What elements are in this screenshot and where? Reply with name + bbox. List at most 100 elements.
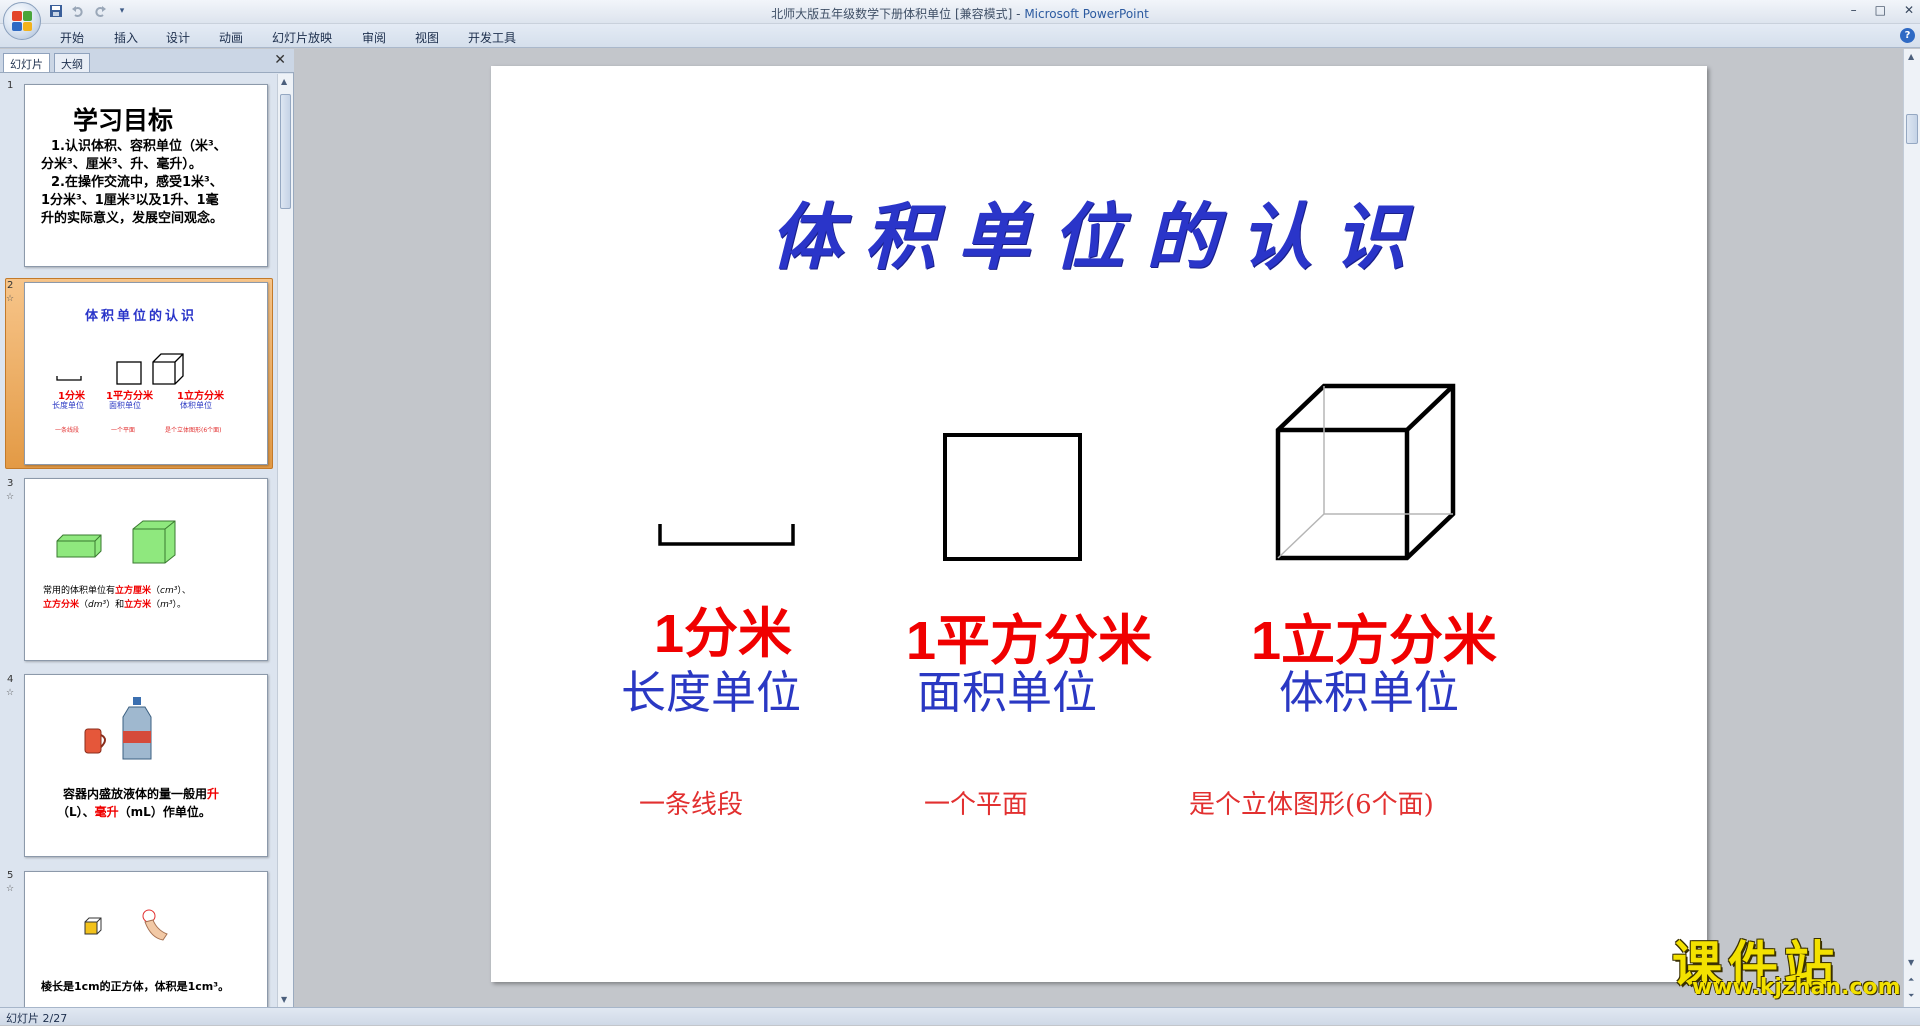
- thumb-line: 分米³、厘米³、升、毫升）。: [41, 157, 202, 172]
- thumb-text-line: 常用的体积单位有立方厘米（cm³）、: [43, 583, 191, 596]
- thumb-text: （: [151, 600, 161, 610]
- thumb-unit: 体积单位: [180, 401, 212, 410]
- maximize-button[interactable]: □: [1875, 3, 1886, 17]
- thumb-text-line: （L）、毫升（mL）作单位。: [57, 803, 211, 820]
- thumb-text: dm³: [88, 600, 107, 610]
- slide-editing-area: 体积单位的认识 1分米 1平方分米 1立方分米 长度单位 面积单位 体积单位 一…: [296, 49, 1902, 1007]
- next-slide-icon[interactable]: ⏷: [1908, 991, 1914, 1001]
- thumb-text: ）。: [172, 600, 187, 610]
- unit-desc-line[interactable]: 一条线段: [639, 784, 743, 821]
- tab-animations[interactable]: 动画: [219, 29, 243, 46]
- scroll-thumb[interactable]: [1906, 114, 1918, 144]
- thumb-unit: 面积单位: [109, 401, 141, 410]
- slide-number: 3: [7, 478, 14, 489]
- slide-thumbnail-1[interactable]: 学习目标 1.认识体积、容积单位（米³、 分米³、厘米³、升、毫升）。 2.在操…: [24, 84, 268, 267]
- animation-star-icon: ☆: [6, 688, 15, 698]
- thumb-text: ）、: [177, 586, 191, 596]
- window-controls: – □ ✕: [1851, 3, 1914, 17]
- cube-images: [84, 909, 168, 941]
- office-button[interactable]: [3, 2, 41, 40]
- thumb-text: ）和: [106, 600, 125, 610]
- thumb-desc: 一条线段: [55, 427, 80, 434]
- slide-number: 5: [7, 870, 14, 881]
- thumb-text-highlight: 立方分米: [43, 600, 80, 610]
- thumb-text: 棱长是1cm的正方体，体积是1cm³。: [41, 980, 230, 993]
- tab-outline[interactable]: 大纲: [54, 53, 90, 72]
- scroll-down-icon[interactable]: ▼: [1908, 958, 1914, 967]
- thumb-line: 升的实际意义，发展空间观念。: [41, 211, 224, 226]
- thumb-text: m³: [160, 600, 173, 610]
- editor-scrollbar[interactable]: ▲ ▼ ⏶ ⏷: [1903, 49, 1920, 1007]
- thumb-unit: 长度单位: [52, 401, 84, 410]
- window-title: 北师大版五年级数学下册体积单位 [兼容模式] - Microsoft Power…: [0, 5, 1920, 22]
- cuboid-images: [56, 520, 176, 564]
- slide-number: 1: [7, 80, 14, 91]
- slide-thumbnail-2[interactable]: 体积单位的认识 1分米 1平方分米 1立方分米 长度单位 面积单位 体积单位 一…: [24, 282, 268, 465]
- tab-view[interactable]: 视图: [415, 29, 439, 46]
- pane-close-icon[interactable]: ✕: [274, 52, 286, 68]
- thumb-line: 1.认识体积、容积单位（米³、: [51, 139, 227, 154]
- thumb-title: 体积单位的认识: [85, 309, 198, 324]
- unit-type-area[interactable]: 面积单位: [917, 656, 1097, 721]
- thumb-text-highlight: 立方米: [124, 600, 152, 610]
- thumb-text: （: [151, 586, 161, 596]
- minimize-button[interactable]: –: [1851, 3, 1857, 17]
- thumb-text-highlight: 升: [207, 787, 220, 801]
- thumb-desc: 一个平面: [111, 427, 136, 434]
- thumb-text-line: 立方分米（dm³）和立方米（m³）。: [43, 597, 186, 610]
- thumb-text: （mL）作单位。: [118, 805, 211, 819]
- pane-scrollbar[interactable]: ▲ ▼: [277, 74, 293, 1007]
- slide-thumbnail-5[interactable]: 棱长是1cm的正方体，体积是1cm³。: [24, 871, 268, 1007]
- title-bar: ▾ 北师大版五年级数学下册体积单位 [兼容模式] - Microsoft Pow…: [0, 0, 1920, 24]
- tab-developer[interactable]: 开发工具: [468, 29, 516, 46]
- line-segment-shape: [658, 524, 795, 546]
- current-slide[interactable]: 体积单位的认识 1分米 1平方分米 1立方分米 长度单位 面积单位 体积单位 一…: [491, 66, 1707, 982]
- scroll-thumb[interactable]: [280, 94, 291, 209]
- thumb-title: 学习目标: [73, 106, 174, 135]
- slides-pane: 幻灯片 大纲 ✕ 1 学习目标 1.认识体积、容积单位（米³、 分米³、厘米³、…: [0, 49, 294, 1007]
- unit-shapes: [658, 383, 1456, 561]
- thumb-text-line: 容器内盛放液体的量一般用升: [63, 785, 219, 802]
- unit-desc-plane[interactable]: 一个平面: [924, 784, 1028, 821]
- pane-tabs: 幻灯片 大纲 ✕: [0, 49, 294, 73]
- slide-number: 2: [7, 280, 14, 291]
- thumb-line: 1分米³、1厘米³以及1升、1毫: [41, 193, 219, 208]
- application-name: Microsoft PowerPoint: [1024, 7, 1149, 21]
- slide-thumbnail-3[interactable]: 常用的体积单位有立方厘米（cm³）、 立方分米（dm³）和立方米（m³）。: [24, 478, 268, 661]
- scroll-up-icon[interactable]: ▲: [281, 77, 287, 86]
- thumb-desc: 是个立体图形(6个面): [165, 427, 222, 434]
- tab-design[interactable]: 设计: [166, 29, 190, 46]
- slide-thumbnail-4[interactable]: 容器内盛放液体的量一般用升 （L）、毫升（mL）作单位。: [24, 674, 268, 857]
- scroll-down-icon[interactable]: ▼: [281, 995, 287, 1004]
- tab-insert[interactable]: 插入: [114, 29, 138, 46]
- cube-shape: [1275, 383, 1456, 561]
- unit-type-length[interactable]: 长度单位: [621, 656, 801, 721]
- animation-star-icon: ☆: [6, 294, 15, 304]
- unit-type-volume[interactable]: 体积单位: [1279, 656, 1459, 721]
- powerpoint-window: ▾ 北师大版五年级数学下册体积单位 [兼容模式] - Microsoft Pow…: [0, 0, 1920, 1025]
- thumb-line: 2.在操作交流中，感受1米³、: [51, 175, 223, 190]
- unit-desc-solid[interactable]: 是个立体图形(6个面): [1189, 784, 1434, 821]
- document-title: 北师大版五年级数学下册体积单位 [兼容模式] -: [771, 7, 1025, 21]
- thumb-text: 容器内盛放液体的量一般用: [63, 787, 208, 801]
- help-icon[interactable]: ?: [1900, 28, 1915, 43]
- thumb-text: cm³: [160, 586, 178, 596]
- tab-slides[interactable]: 幻灯片: [3, 53, 50, 72]
- thumbnail-list: 1 学习目标 1.认识体积、容积单位（米³、 分米³、厘米³、升、毫升）。 2.…: [0, 74, 276, 1007]
- tab-slide-show[interactable]: 幻灯片放映: [272, 29, 332, 46]
- animation-star-icon: ☆: [6, 492, 15, 502]
- square-shape: [943, 433, 1082, 561]
- previous-slide-icon[interactable]: ⏶: [1908, 975, 1914, 985]
- slide-counter: 幻灯片 2/27: [6, 1012, 68, 1025]
- ribbon-tabs: 开始 插入 设计 动画 幻灯片放映 审阅 视图 开发工具 ?: [0, 24, 1920, 48]
- thumb-text: （: [79, 600, 89, 610]
- thumb-shapes: [56, 353, 184, 385]
- thumb-text-highlight: 毫升: [94, 805, 119, 819]
- tab-home[interactable]: 开始: [60, 29, 84, 46]
- scroll-up-icon[interactable]: ▲: [1908, 52, 1914, 61]
- tab-review[interactable]: 审阅: [362, 29, 386, 46]
- container-images: [84, 697, 152, 760]
- watermark-logo: 课件站 www.kjzhan.com: [1662, 925, 1902, 1005]
- thumb-text-highlight: 立方厘米: [115, 586, 152, 596]
- close-button[interactable]: ✕: [1904, 3, 1914, 17]
